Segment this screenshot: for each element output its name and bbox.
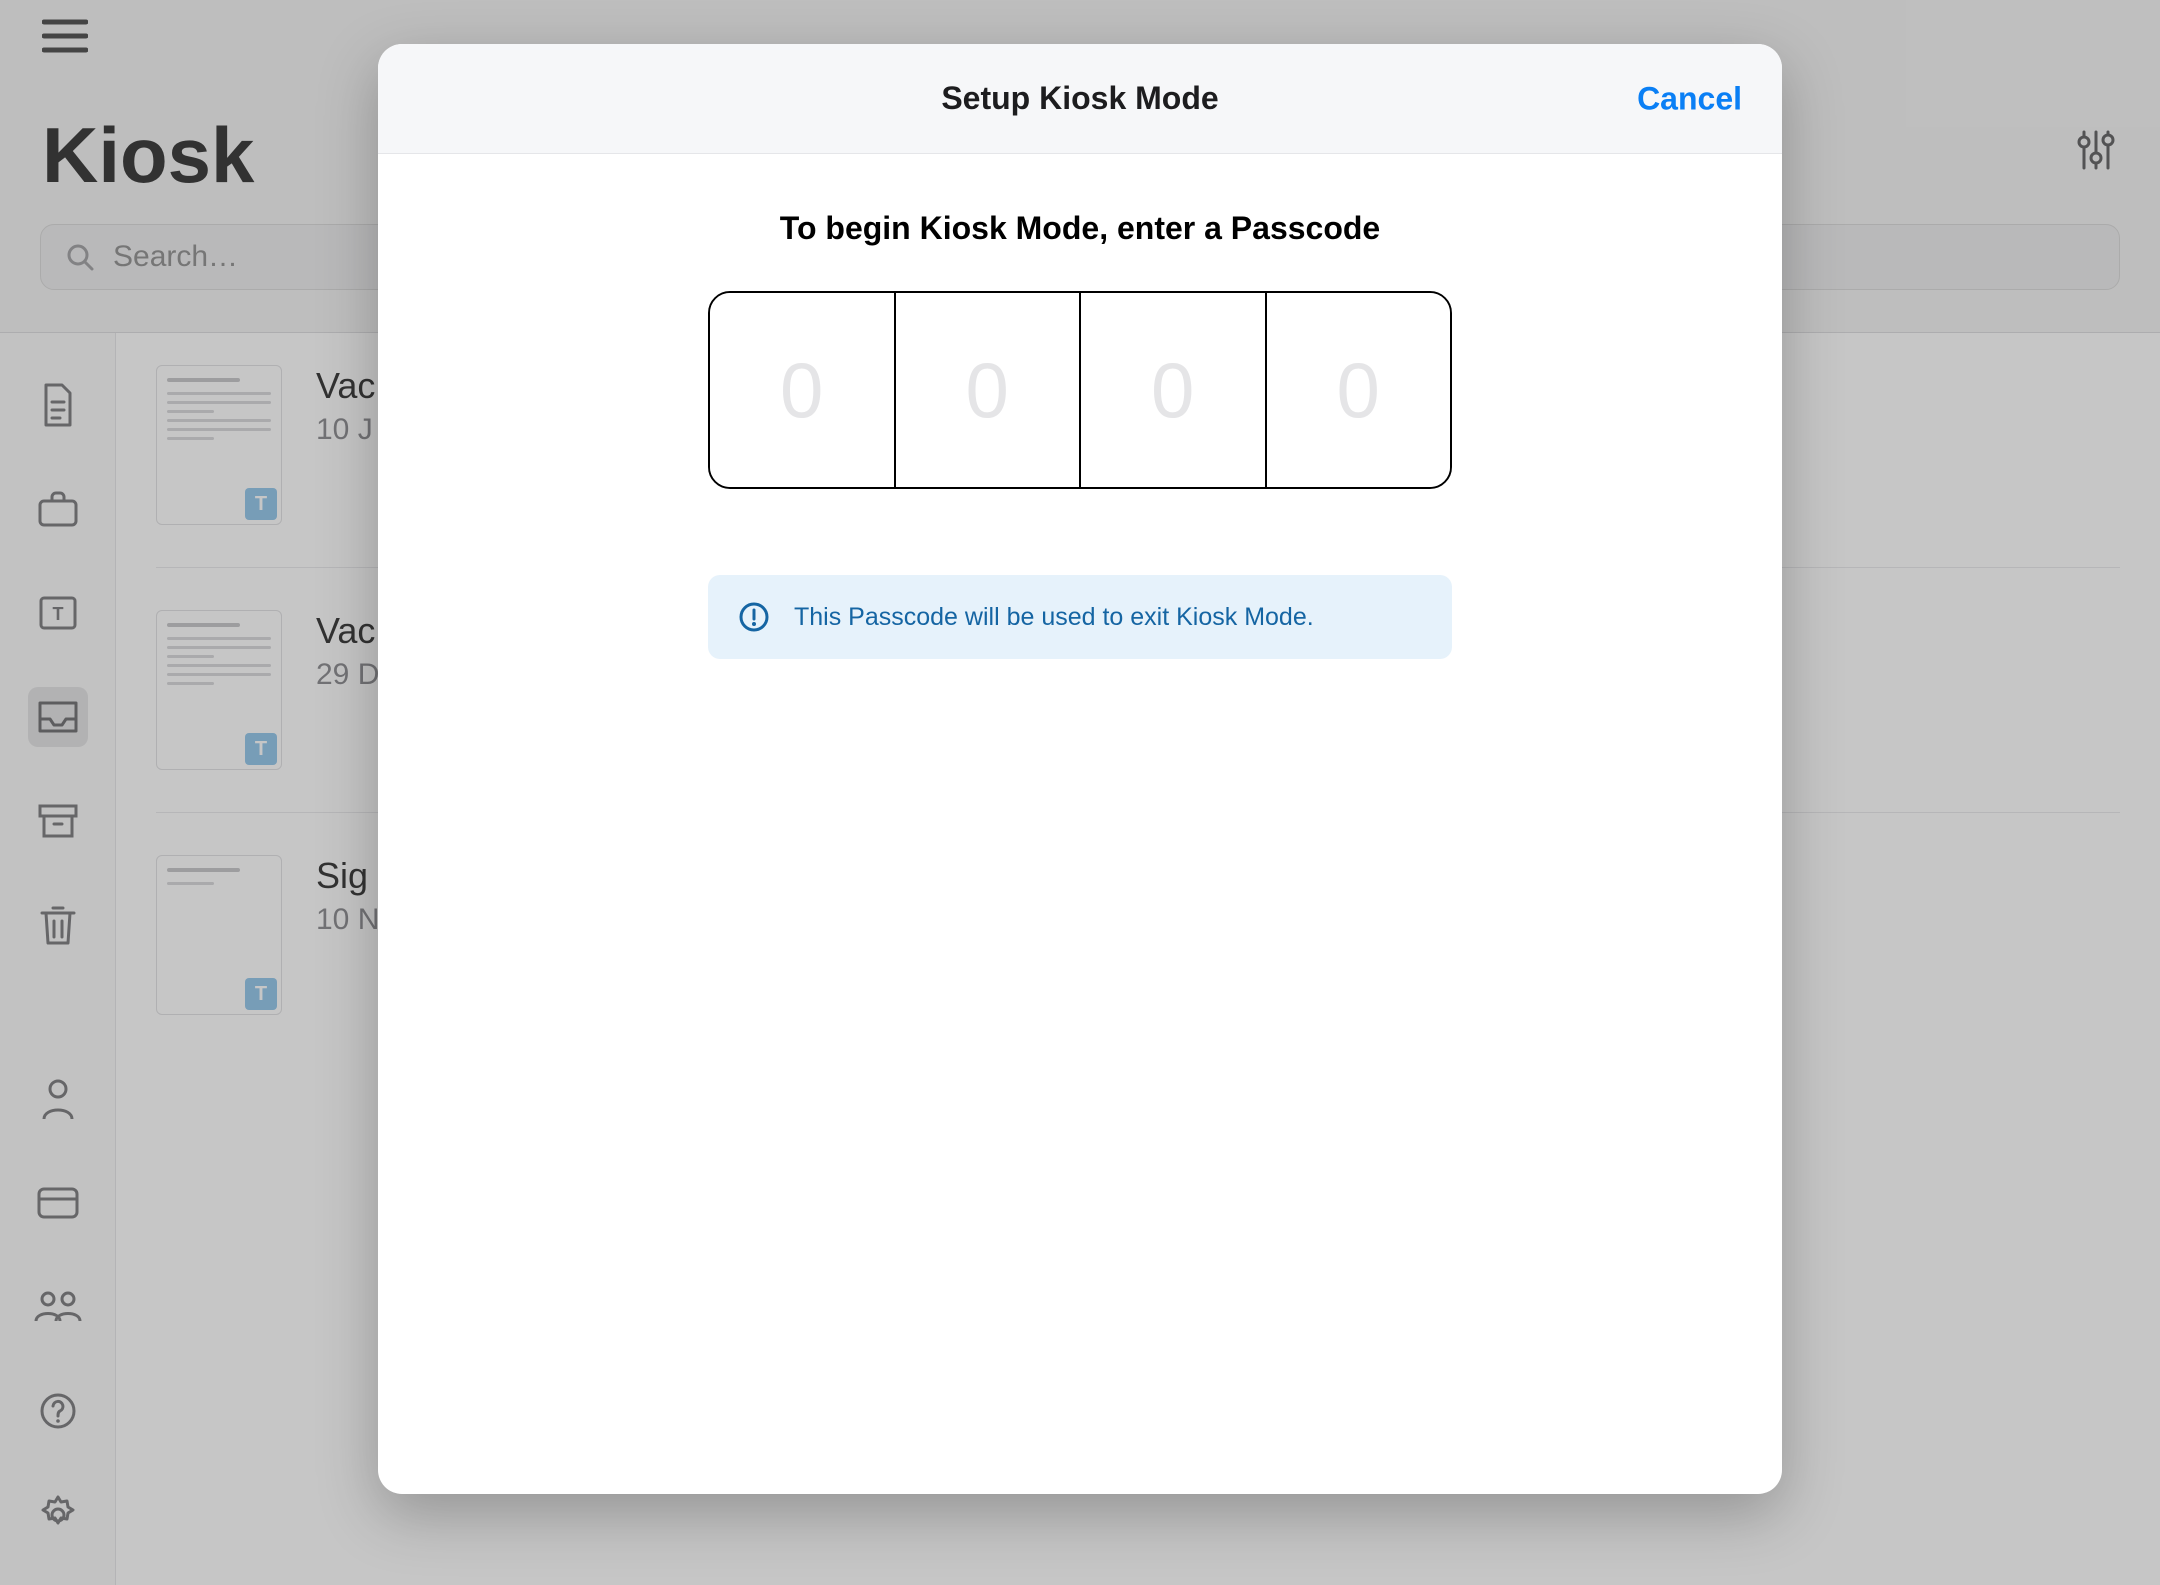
modal-header: Setup Kiosk Mode Cancel (378, 44, 1782, 154)
info-text: This Passcode will be used to exit Kiosk… (794, 603, 1314, 632)
passcode-digit-3[interactable] (1081, 293, 1265, 487)
kiosk-setup-modal: Setup Kiosk Mode Cancel To begin Kiosk M… (378, 44, 1782, 1494)
modal-body: To begin Kiosk Mode, enter a Passcode (378, 154, 1782, 1494)
info-banner: This Passcode will be used to exit Kiosk… (708, 575, 1452, 659)
modal-instruction: To begin Kiosk Mode, enter a Passcode (780, 210, 1380, 247)
cancel-button[interactable]: Cancel (1637, 80, 1742, 117)
modal-title: Setup Kiosk Mode (941, 80, 1218, 117)
passcode-input-group (708, 291, 1452, 489)
passcode-digit-1[interactable] (710, 293, 894, 487)
passcode-digit-4[interactable] (1267, 293, 1451, 487)
info-icon (738, 601, 770, 633)
passcode-digit-2[interactable] (896, 293, 1080, 487)
